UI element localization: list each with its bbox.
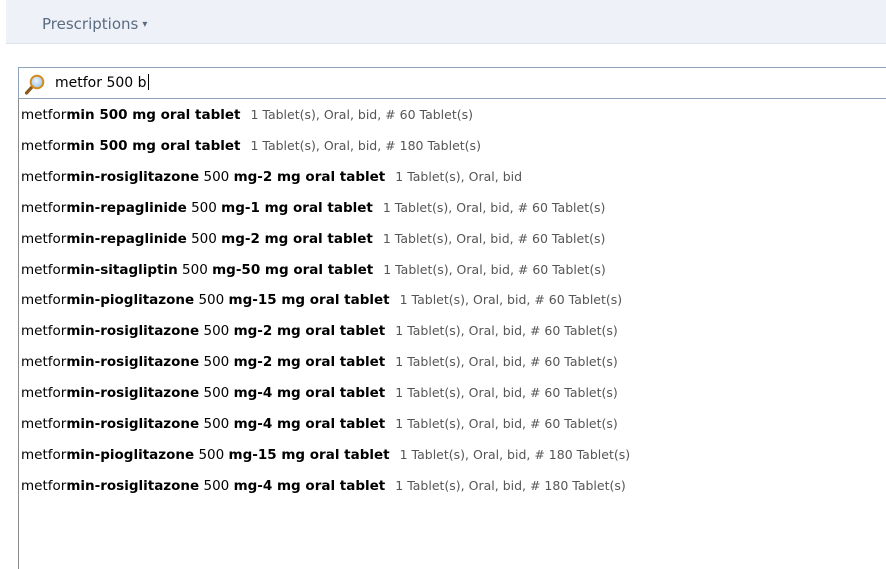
medication-name: metformin-pioglitazone 500 mg-15 mg oral… [21,292,390,308]
matched-text: min 500 [66,107,133,123]
unmatched-text: 500 [177,261,213,278]
unmatched-text: 500 [194,292,229,309]
search-icon [24,74,45,95]
result-item[interactable]: metformin-rosiglitazone 500 mg-2 mg oral… [19,315,885,345]
text-cursor [147,74,149,90]
matched-text: mg-2 mg oral tablet [233,354,386,371]
matched-text: min-rosiglitazone [66,168,200,185]
matched-text: min-pioglitazone [66,292,195,309]
medication-name: metformin-rosiglitazone 500 mg-2 mg oral… [21,323,385,339]
dosage-instructions: 1 Tablet(s), Oral, bid, # 60 Tablet(s) [395,323,618,339]
unmatched-text: metfor [21,199,67,216]
result-item[interactable]: metformin-rosiglitazone 500 mg-2 mg oral… [19,161,885,191]
search-query-text: metfor 500 b [55,75,147,91]
medication-name: metformin-rosiglitazone 500 mg-4 mg oral… [21,385,385,401]
dosage-instructions: 1 Tablet(s), Oral, bid, # 60 Tablet(s) [382,199,606,215]
matched-text: min-rosiglitazone [66,354,200,371]
unmatched-text: 500 [199,323,234,340]
unmatched-text: metfor [21,230,67,247]
unmatched-text: metfor [21,416,67,432]
result-item[interactable]: metformin 500 mg oral tablet 1 Tablet(s),… [19,130,885,160]
matched-text: mg-15 mg oral tablet [228,292,390,309]
dosage-instructions: 1 Tablet(s), Oral, bid, # 180 Tablet(s) [395,477,626,493]
prescriptions-header: Prescriptions ▾ [6,0,886,44]
medication-name: metformin-rosiglitazone 500 mg-2 mg oral… [21,354,385,370]
matched-text: mg oral tablet [132,137,241,154]
chevron-down-icon: ▾ [142,19,148,30]
medication-search-input[interactable]: metfor 500 b [18,67,886,99]
medication-name: metformin 500 mg oral tablet [21,138,240,154]
autocomplete-results-list: metformin 500 mg oral tablet 1 Tablet(s),… [18,99,886,569]
medication-name: metformin-repaglinide 500 mg-2 mg oral t… [21,231,373,247]
dosage-instructions: 1 Tablet(s), Oral, bid, # 60 Tablet(s) [395,416,618,431]
unmatched-text: 500 [194,446,229,463]
result-item[interactable]: metformin-rosiglitazone 500 mg-4 mg oral… [19,470,885,500]
result-item[interactable]: metformin-sitagliptin 500 mg-50 mg oral … [19,254,885,284]
unmatched-text: metfor [21,107,67,123]
unmatched-text: metfor [21,168,67,185]
matched-text: min-rosiglitazone [66,323,200,340]
matched-text: mg-4 mg oral tablet [233,385,386,402]
matched-text: mg-2 mg oral tablet [221,230,373,247]
unmatched-text: metfor [21,385,67,402]
unmatched-text: metfor [21,477,67,494]
dosage-instructions: 1 Tablet(s), Oral, bid, # 60 Tablet(s) [382,230,606,246]
matched-text: mg-2 mg oral tablet [233,168,386,185]
unmatched-text: metfor [21,446,67,463]
matched-text: mg-50 mg oral tablet [212,261,374,278]
matched-text: min-rosiglitazone [66,477,200,494]
medication-name: metformin-rosiglitazone 500 mg-4 mg oral… [21,416,385,432]
dosage-instructions: 1 Tablet(s), Oral, bid, # 60 Tablet(s) [383,261,606,277]
matched-text: min-rosiglitazone [66,416,200,432]
medication-name: metformin-sitagliptin 500 mg-50 mg oral … [21,262,373,278]
prescriptions-menu[interactable]: Prescriptions ▾ [42,15,147,33]
medication-name: metformin-pioglitazone 500 mg-15 mg oral… [21,447,390,463]
dosage-instructions: 1 Tablet(s), Oral, bid, # 180 Tablet(s) [399,446,631,462]
unmatched-text: 500 [199,477,234,494]
result-item[interactable]: metformin-rosiglitazone 500 mg-4 mg oral… [19,377,885,407]
unmatched-text: 500 [186,199,222,216]
matched-text: min-rosiglitazone [66,385,200,402]
matched-text: min-repaglinide [66,230,187,247]
dosage-instructions: 1 Tablet(s), Oral, bid, # 180 Tablet(s) [250,137,481,153]
dosage-instructions: 1 Tablet(s), Oral, bid, # 60 Tablet(s) [395,385,618,401]
unmatched-text: metfor [21,137,67,154]
prescriptions-page: Prescriptions ▾ metfor 500 b metformin 50… [0,0,886,569]
matched-text: mg-4 mg oral tablet [233,477,386,494]
dosage-instructions: 1 Tablet(s), Oral, bid [395,168,523,184]
unmatched-text: metfor [21,292,67,309]
unmatched-text: metfor [21,323,67,340]
dosage-instructions: 1 Tablet(s), Oral, bid, # 60 Tablet(s) [395,354,618,370]
unmatched-text: metfor [21,261,67,278]
result-item[interactable]: metformin-repaglinide 500 mg-1 mg oral t… [19,192,885,222]
unmatched-text: 500 [199,416,234,432]
prescriptions-title: Prescriptions [42,15,139,33]
matched-text: mg-15 mg oral tablet [228,446,390,463]
matched-text: min-repaglinide [66,199,187,216]
result-item[interactable]: metformin-rosiglitazone 500 mg-4 mg oral… [19,408,885,438]
medication-name: metformin-rosiglitazone 500 mg-2 mg oral… [21,169,385,185]
matched-text: min 500 [66,137,133,154]
unmatched-text: 500 [186,230,222,247]
matched-text: mg-1 mg oral tablet [221,199,373,216]
result-item[interactable]: metformin-pioglitazone 500 mg-15 mg oral… [19,284,885,314]
dosage-instructions: 1 Tablet(s), Oral, bid, # 60 Tablet(s) [250,107,473,122]
matched-text: mg-4 mg oral tablet [233,416,386,432]
matched-text: mg oral tablet [132,107,241,123]
unmatched-text: 500 [199,168,234,185]
result-item[interactable]: metformin-pioglitazone 500 mg-15 mg oral… [19,439,885,469]
result-item[interactable]: metformin-rosiglitazone 500 mg-2 mg oral… [19,346,885,376]
medication-name: metformin 500 mg oral tablet [21,107,240,123]
matched-text: mg-2 mg oral tablet [233,323,386,340]
medication-name: metformin-repaglinide 500 mg-1 mg oral t… [21,200,373,216]
result-item[interactable]: metformin-repaglinide 500 mg-2 mg oral t… [19,223,885,253]
dosage-instructions: 1 Tablet(s), Oral, bid, # 60 Tablet(s) [399,292,623,308]
unmatched-text: metfor [21,354,67,371]
result-item[interactable]: metformin 500 mg oral tablet 1 Tablet(s),… [19,99,885,129]
medication-name: metformin-rosiglitazone 500 mg-4 mg oral… [21,478,385,494]
unmatched-text: 500 [199,385,234,402]
matched-text: min-sitagliptin [66,261,178,278]
matched-text: min-pioglitazone [66,446,195,463]
unmatched-text: 500 [199,354,234,371]
